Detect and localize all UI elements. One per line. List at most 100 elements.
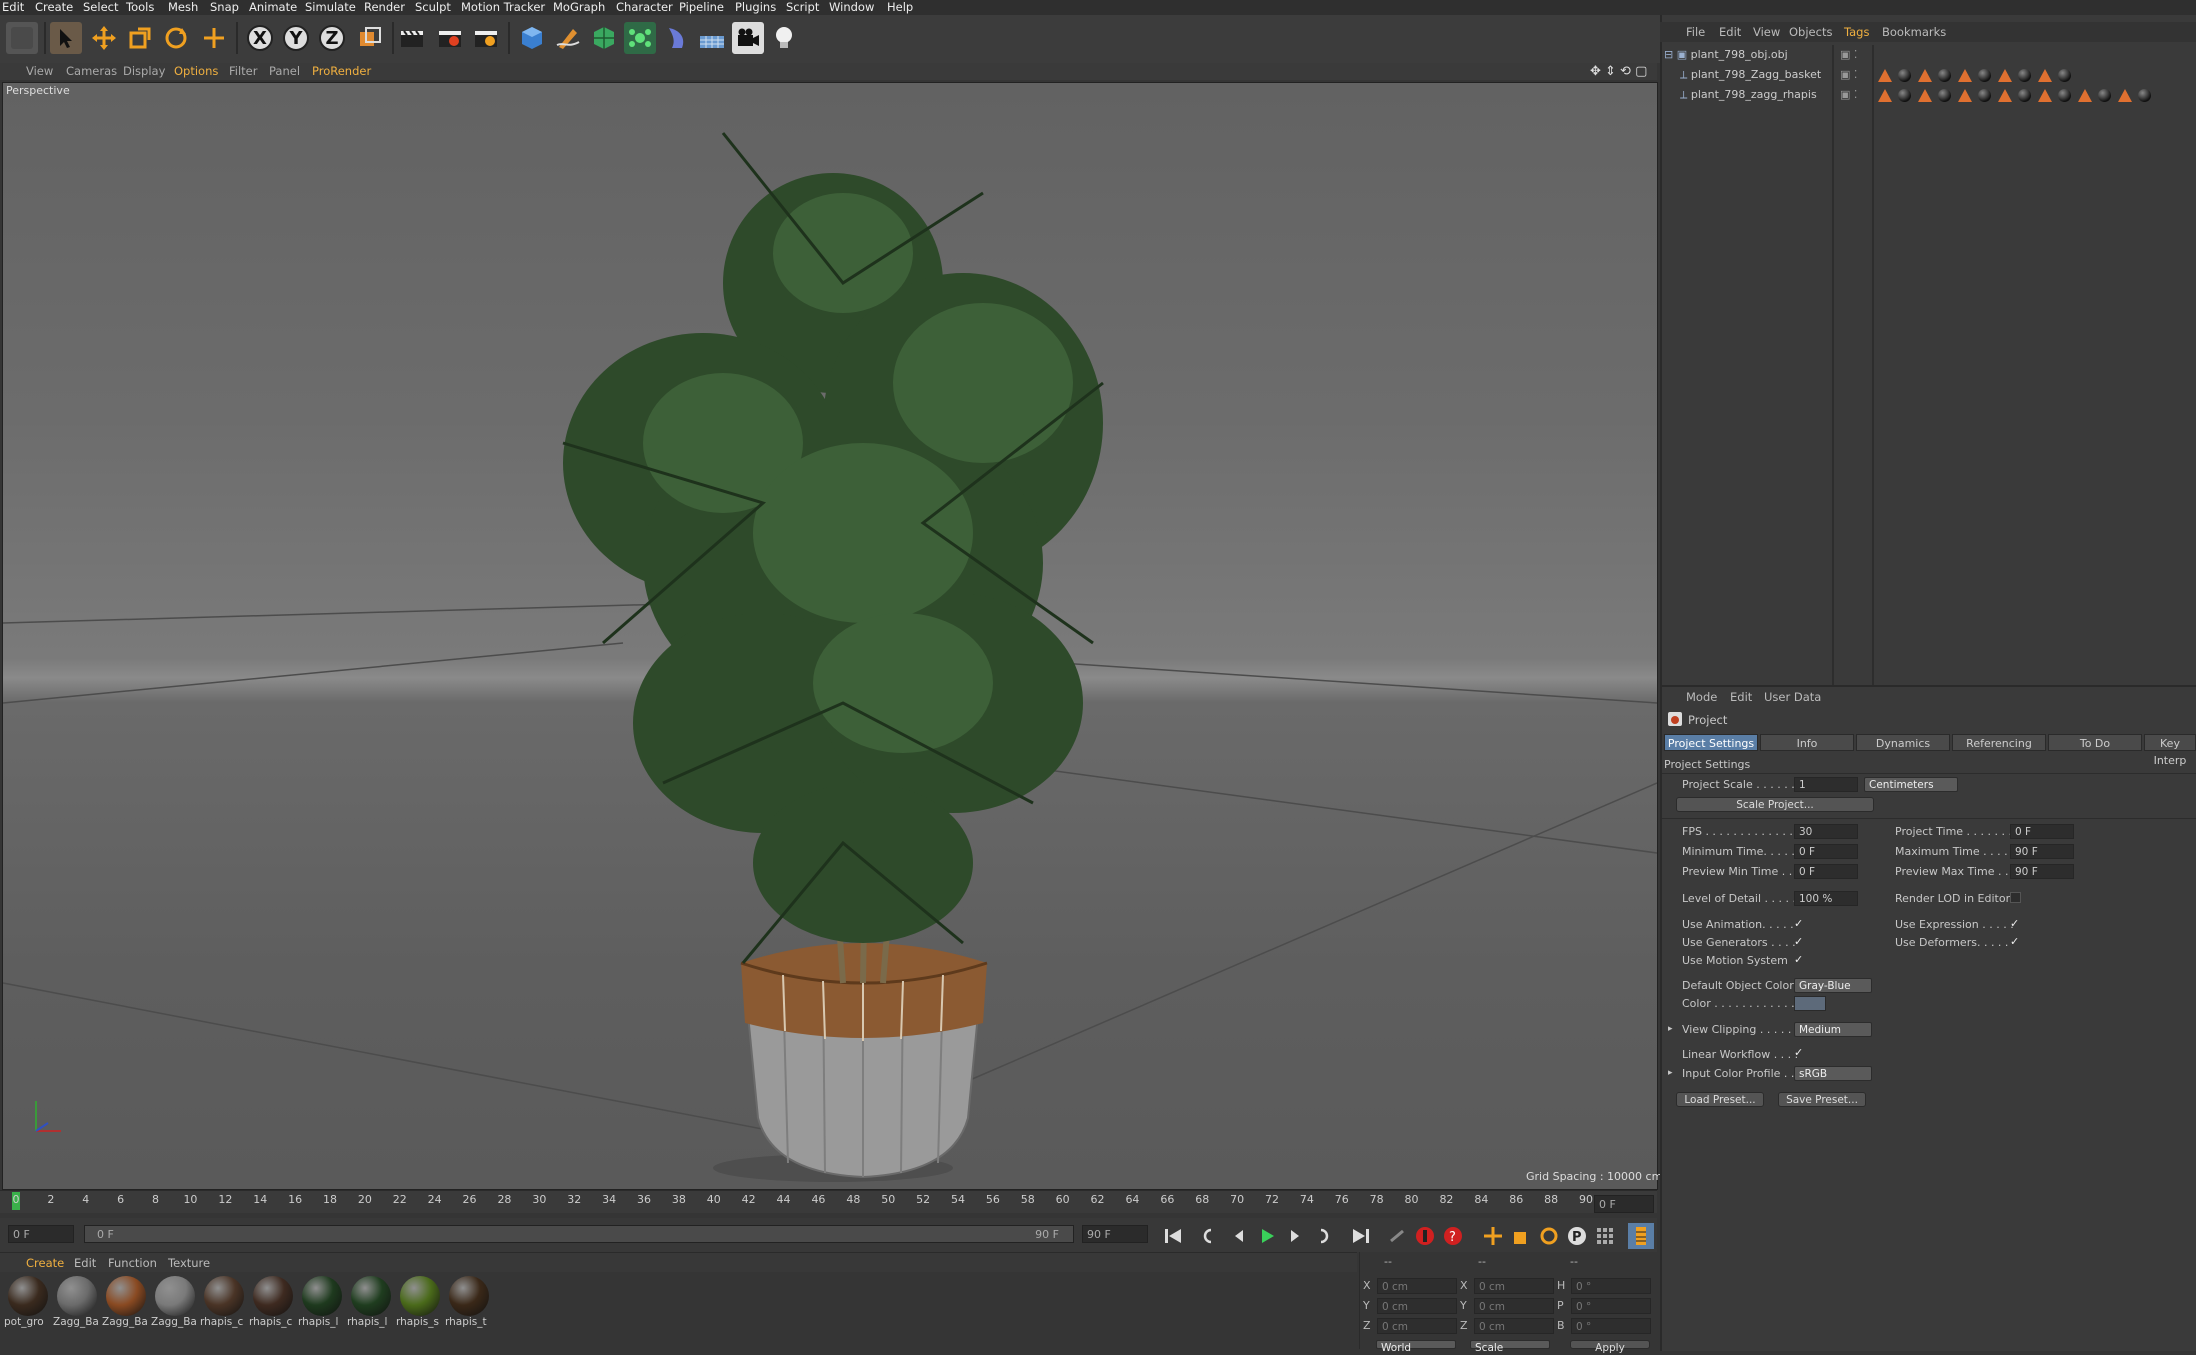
- axis-x-icon[interactable]: X: [244, 22, 276, 54]
- maximum-time-field[interactable]: 90 F: [2010, 844, 2074, 859]
- previous-key-icon[interactable]: [1196, 1223, 1222, 1249]
- material-swatch[interactable]: rhapis_s: [396, 1276, 444, 1338]
- timeline-layout-icon[interactable]: [1628, 1223, 1654, 1249]
- object-visibility-toggle[interactable]: ▣ ⁚: [1840, 46, 1857, 64]
- menu-motion-tracker[interactable]: Motion Tracker: [461, 0, 545, 15]
- texture-tag-icon[interactable]: [1918, 69, 1932, 82]
- coords-value-field[interactable]: 0 °: [1571, 1298, 1651, 1314]
- tab-to-do[interactable]: To Do: [2048, 734, 2142, 751]
- menu-create[interactable]: Create: [35, 0, 73, 15]
- menu-select[interactable]: Select: [83, 0, 118, 15]
- preview-range-slider[interactable]: 0 F 90 F: [84, 1225, 1074, 1243]
- menu-snap[interactable]: Snap: [210, 0, 239, 15]
- material-tag-icon[interactable]: [1938, 69, 1951, 82]
- texture-tag-icon[interactable]: [2038, 69, 2052, 82]
- material-menu-edit[interactable]: Edit: [74, 1253, 96, 1273]
- project-time-field[interactable]: 0 F: [2010, 824, 2074, 839]
- end-frame-field[interactable]: 90 F: [1082, 1225, 1148, 1243]
- coords-scale-dropdown[interactable]: Scale: [1470, 1340, 1550, 1354]
- texture-tag-icon[interactable]: [1958, 69, 1972, 82]
- material-menu-create[interactable]: Create: [26, 1253, 64, 1273]
- menu-mesh[interactable]: Mesh: [168, 0, 198, 15]
- render-lod-checkbox[interactable]: [2010, 892, 2021, 903]
- texture-tag-icon[interactable]: [2038, 89, 2052, 102]
- project-scale-field[interactable]: 1: [1794, 777, 1858, 792]
- menu-plugins[interactable]: Plugins: [735, 0, 776, 15]
- object-menu-view[interactable]: View: [1753, 22, 1780, 42]
- menu-script[interactable]: Script: [786, 0, 819, 15]
- input-color-profile-expand-icon[interactable]: ▸: [1668, 1068, 1673, 1078]
- menu-animate[interactable]: Animate: [249, 0, 297, 15]
- material-menu-function[interactable]: Function: [108, 1253, 157, 1273]
- key-pla-icon[interactable]: [1592, 1223, 1618, 1249]
- attr-menu-edit[interactable]: Edit: [1730, 688, 1752, 706]
- minimum-time-field[interactable]: 0 F: [1794, 844, 1858, 859]
- material-swatch[interactable]: rhapis_t: [445, 1276, 493, 1338]
- menu-edit[interactable]: Edit: [2, 0, 24, 15]
- fps-field[interactable]: 30: [1794, 824, 1858, 839]
- live-selection-icon[interactable]: [198, 22, 230, 54]
- pen-icon[interactable]: [552, 22, 584, 54]
- render-settings-icon[interactable]: [470, 22, 502, 54]
- coords-value-field[interactable]: 0 cm: [1377, 1278, 1457, 1294]
- menu-pipeline[interactable]: Pipeline: [679, 0, 724, 15]
- material-tag-icon[interactable]: [1898, 89, 1911, 102]
- cube-icon[interactable]: [516, 22, 548, 54]
- viewport-menu-panel[interactable]: Panel: [269, 63, 300, 80]
- coordinate-system-icon[interactable]: [354, 22, 386, 54]
- object-menu-objects[interactable]: Objects: [1789, 22, 1832, 42]
- save-preset-button[interactable]: Save Preset...: [1778, 1092, 1866, 1107]
- motion-path-icon[interactable]: [1384, 1223, 1410, 1249]
- attr-menu-user-data[interactable]: User Data: [1764, 688, 1821, 706]
- texture-tag-icon[interactable]: [1998, 89, 2012, 102]
- viewport-menu-view[interactable]: View: [26, 63, 53, 80]
- material-tag-icon[interactable]: [1978, 89, 1991, 102]
- autokey-icon[interactable]: ?: [1440, 1223, 1466, 1249]
- tab-info[interactable]: Info: [1760, 734, 1854, 751]
- object-visibility-toggle[interactable]: ▣ ⁚: [1840, 66, 1857, 84]
- material-tag-icon[interactable]: [2058, 69, 2071, 82]
- render-view-icon[interactable]: [396, 22, 428, 54]
- menu-simulate[interactable]: Simulate: [305, 0, 356, 15]
- use-motion-system-checkbox[interactable]: ✓: [1794, 954, 1806, 966]
- linear-workflow-checkbox[interactable]: ✓: [1794, 1047, 1806, 1059]
- texture-tag-icon[interactable]: [2078, 89, 2092, 102]
- coords-value-field[interactable]: 0 cm: [1474, 1298, 1554, 1314]
- coords-value-field[interactable]: 0 cm: [1474, 1278, 1554, 1294]
- material-tag-icon[interactable]: [2098, 89, 2111, 102]
- load-preset-button[interactable]: Load Preset...: [1676, 1092, 1764, 1107]
- use-deformers-checkbox[interactable]: ✓: [2010, 936, 2022, 948]
- color-swatch[interactable]: [1794, 996, 1826, 1011]
- viewport-nav-icons[interactable]: ✥ ⇕ ⟲ ▢: [1590, 63, 1647, 80]
- viewport-menu-cameras[interactable]: Cameras: [66, 63, 117, 80]
- rotate-icon[interactable]: [160, 22, 192, 54]
- tab-referencing[interactable]: Referencing: [1952, 734, 2046, 751]
- tab-dynamics[interactable]: Dynamics: [1856, 734, 1950, 751]
- menu-render[interactable]: Render: [364, 0, 405, 15]
- texture-tag-icon[interactable]: [1958, 89, 1972, 102]
- move-icon[interactable]: [88, 22, 120, 54]
- render-picture-viewer-icon[interactable]: [434, 22, 466, 54]
- scale-project-button[interactable]: Scale Project...: [1676, 797, 1874, 812]
- texture-tag-icon[interactable]: [2118, 89, 2132, 102]
- coords-value-field[interactable]: 0 cm: [1377, 1318, 1457, 1334]
- material-tag-icon[interactable]: [2018, 89, 2031, 102]
- previous-frame-icon[interactable]: [1226, 1223, 1252, 1249]
- menu-help[interactable]: Help: [887, 0, 913, 15]
- viewport-menu-filter[interactable]: Filter: [229, 63, 257, 80]
- object-menu-tags[interactable]: Tags: [1844, 22, 1869, 42]
- material-swatch[interactable]: Zagg_Ba: [53, 1276, 101, 1338]
- view-clipping-dropdown[interactable]: Medium: [1794, 1022, 1872, 1037]
- default-object-color-dropdown[interactable]: Gray-Blue: [1794, 978, 1872, 993]
- object-row[interactable]: ⟂ plant_798_zagg_rhapis: [1680, 86, 1817, 104]
- viewport-menu-prorender[interactable]: ProRender: [312, 63, 371, 80]
- material-tag-icon[interactable]: [1938, 89, 1951, 102]
- material-tag-icon[interactable]: [1898, 69, 1911, 82]
- menu-tools[interactable]: Tools: [126, 0, 154, 15]
- preview-max-time-field[interactable]: 90 F: [2010, 864, 2074, 879]
- viewport-menu-options[interactable]: Options: [174, 63, 218, 80]
- camera-icon[interactable]: [732, 22, 764, 54]
- menu-window[interactable]: Window: [829, 0, 874, 15]
- material-swatch[interactable]: pot_gro: [4, 1276, 52, 1338]
- coords-value-field[interactable]: 0 °: [1571, 1318, 1651, 1334]
